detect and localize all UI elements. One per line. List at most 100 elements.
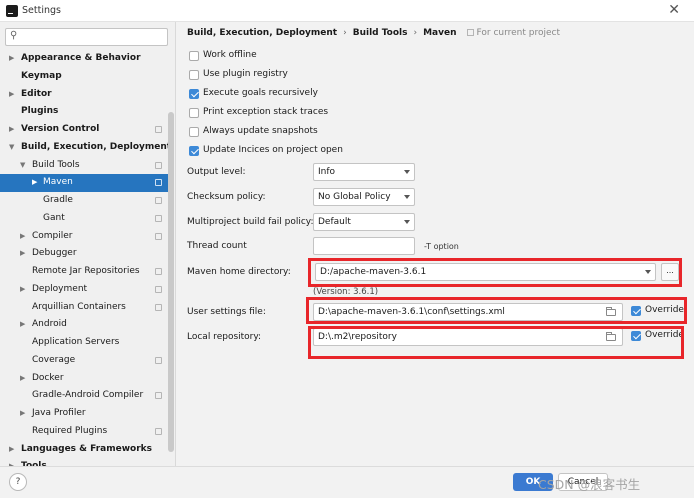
chevron-down-icon[interactable]: ▼	[9, 139, 14, 157]
maven-settings-panel: Build, Execution, Deployment › Build Tools…	[177, 22, 694, 466]
settings-sidebar: ⚲ ▶ Appearance & Behavior Keymap ▶ Editor Plu…	[0, 22, 176, 466]
chevron-right-icon[interactable]: ▶	[32, 174, 37, 192]
checksum-policy-dropdown[interactable]: No Global Policy	[313, 188, 415, 206]
checkbox-box[interactable]	[189, 108, 199, 118]
chevron-right-icon[interactable]: ▶	[9, 50, 14, 68]
chevron-right-icon[interactable]: ▶	[20, 370, 25, 388]
checkbox-box[interactable]	[189, 127, 199, 137]
chevron-right-icon[interactable]: ▶	[9, 458, 14, 466]
sidebar-item-coverage[interactable]: Coverage	[0, 352, 168, 370]
output-level-label: Output level:	[187, 167, 246, 177]
sidebar-item-appearance-behavior[interactable]: ▶ Appearance & Behavior	[0, 50, 168, 68]
breadcrumb-item: Build, Execution, Deployment	[187, 28, 338, 38]
sidebar-item-application-servers[interactable]: Application Servers	[0, 334, 168, 352]
project-scope-icon	[155, 268, 162, 275]
search-box[interactable]: ⚲	[5, 28, 168, 46]
sidebar-item-build-tools[interactable]: ▼ Build Tools	[0, 157, 168, 175]
sidebar-item-label: Coverage	[32, 354, 76, 365]
sidebar-item-gant[interactable]: Gant	[0, 210, 168, 228]
sidebar-item-label: Required Plugins	[32, 425, 108, 436]
local-repo-label: Local repository:	[187, 332, 262, 342]
search-input[interactable]	[22, 31, 162, 43]
chevron-down-icon[interactable]: ▼	[20, 157, 25, 175]
checkbox-box[interactable]	[189, 70, 199, 80]
sidebar-item-gradle[interactable]: Gradle	[0, 192, 168, 210]
chevron-down-icon	[404, 170, 410, 174]
checksum-policy-value: No Global Policy	[318, 192, 391, 202]
sidebar-item-android[interactable]: ▶ Android	[0, 316, 168, 334]
highlight-box-local-repo	[308, 326, 684, 359]
sidebar-item-label: Application Servers	[32, 337, 120, 347]
sidebar-item-debugger[interactable]: ▶ Debugger	[0, 245, 168, 263]
sidebar-item-label: Remote Jar Repositories	[32, 266, 140, 276]
checkbox-box[interactable]	[189, 146, 199, 156]
sidebar-item-required-plugins[interactable]: Required Plugins	[0, 423, 168, 441]
sidebar-item-label: Plugins	[21, 106, 59, 117]
chevron-right-icon[interactable]: ▶	[20, 316, 25, 334]
sidebar-item-label: Gradle-Android Compiler	[32, 390, 144, 401]
chevron-down-icon	[404, 220, 410, 224]
breadcrumb-separator: ›	[343, 28, 347, 38]
help-button[interactable]: ?	[9, 473, 27, 491]
checkbox-box[interactable]	[189, 51, 199, 61]
thread-count-hint: -T option	[424, 242, 459, 251]
chevron-right-icon[interactable]: ▶	[9, 121, 14, 139]
project-scope-label: For current project	[476, 28, 561, 38]
sidebar-item-label: Java Profiler	[32, 408, 86, 418]
sidebar-item-tools[interactable]: ▶ Tools	[0, 458, 168, 466]
fail-policy-dropdown[interactable]: Default	[313, 213, 415, 231]
checksum-policy-label: Checksum policy:	[187, 192, 266, 202]
sidebar-item-arquillian-containers[interactable]: Arquillian Containers	[0, 299, 168, 317]
intellij-app-icon	[6, 5, 18, 17]
sidebar-item-compiler[interactable]: ▶ Compiler	[0, 228, 168, 246]
breadcrumb-separator: ›	[413, 28, 418, 38]
title-bar: Settings ✕	[0, 0, 694, 22]
project-scope-icon	[155, 214, 162, 222]
sidebar-item-version-control[interactable]: ▶ Version Control	[0, 121, 168, 139]
chevron-right-icon[interactable]: ▶	[9, 86, 14, 104]
project-scope-icon	[155, 197, 162, 204]
sidebar-item-label: Build Tools	[32, 159, 80, 170]
output-level-dropdown[interactable]: Info	[313, 163, 415, 181]
sidebar-scrollbar[interactable]	[168, 112, 174, 452]
sidebar-item-gradle-android-compiler[interactable]: Gradle-Android Compiler	[0, 387, 168, 405]
search-icon: ⚲	[10, 30, 18, 41]
sidebar-item-editor[interactable]: ▶ Editor	[0, 86, 168, 104]
sidebar-item-label: Languages & Frameworks	[21, 443, 153, 454]
project-scope-icon	[155, 161, 162, 169]
project-scope-note: For current project	[466, 28, 561, 38]
sidebar-item-label: Debugger	[32, 248, 77, 259]
fail-policy-label: Multiproject build fail policy:	[187, 217, 314, 227]
thread-count-label: Thread count	[187, 241, 247, 251]
checkbox-box[interactable]	[189, 89, 199, 99]
sidebar-item-deployment[interactable]: ▶ Deployment	[0, 281, 168, 299]
thread-count-input[interactable]	[313, 237, 415, 255]
checkbox-label: Execute goals recursively	[203, 88, 318, 98]
sidebar-item-label: Editor	[21, 88, 52, 99]
chevron-right-icon[interactable]: ▶	[20, 245, 25, 263]
project-scope-icon	[466, 29, 474, 36]
output-level-value: Info	[318, 167, 336, 177]
settings-tree: ▶ Appearance & Behavior Keymap ▶ Editor Plugi…	[0, 50, 171, 466]
sidebar-item-docker[interactable]: ▶ Docker	[0, 370, 168, 388]
chevron-right-icon[interactable]: ▶	[9, 441, 14, 459]
sidebar-item-keymap[interactable]: Keymap	[0, 68, 168, 86]
chevron-down-icon	[404, 195, 410, 199]
sidebar-item-build-execution-deployment[interactable]: ▼ Build, Execution, Deployment	[0, 139, 171, 157]
sidebar-item-label: Deployment	[32, 283, 88, 294]
sidebar-item-maven[interactable]: ▶ Maven	[0, 174, 168, 192]
breadcrumb: Build, Execution, Deployment › Build Tools…	[187, 28, 560, 42]
sidebar-item-label: Arquillian Containers	[32, 301, 126, 312]
sidebar-item-remote-jar-repositories[interactable]: Remote Jar Repositories	[0, 263, 168, 281]
sidebar-item-languages-frameworks[interactable]: ▶ Languages & Frameworks	[0, 441, 168, 459]
chevron-right-icon[interactable]: ▶	[20, 281, 25, 299]
chevron-right-icon[interactable]: ▶	[20, 405, 25, 423]
project-scope-icon	[155, 179, 162, 187]
sidebar-item-label: Gradle	[43, 195, 73, 205]
chevron-right-icon[interactable]: ▶	[20, 228, 25, 246]
sidebar-item-plugins[interactable]: Plugins	[0, 103, 168, 121]
sidebar-item-java-profiler[interactable]: ▶ Java Profiler	[0, 405, 168, 423]
window-title: Settings	[22, 5, 61, 16]
close-icon[interactable]: ✕	[668, 2, 680, 18]
checkbox-label: Use plugin registry	[203, 69, 288, 79]
